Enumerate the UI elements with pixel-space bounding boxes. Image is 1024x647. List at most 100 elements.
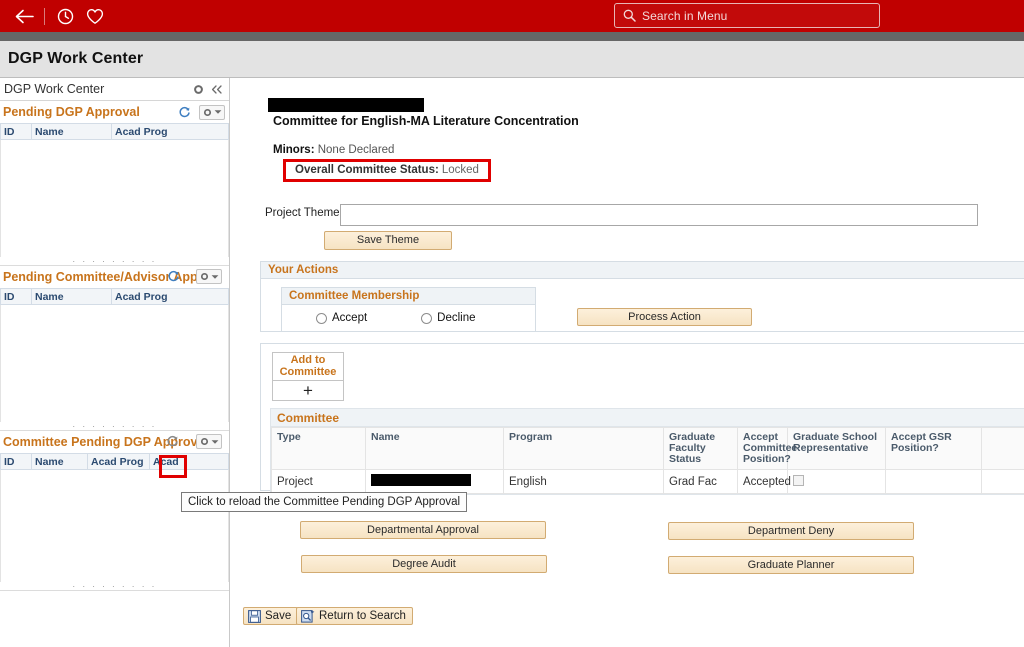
- back-arrow-icon[interactable]: [9, 2, 39, 30]
- return-to-search-button[interactable]: Return to Search: [296, 607, 413, 625]
- degree-audit-button[interactable]: Degree Audit: [301, 555, 547, 573]
- page-title: DGP Work Center: [8, 50, 144, 67]
- column-header-name[interactable]: Name: [31, 453, 88, 470]
- sidebar-table-pending-dgp-approval: ID Name Acad Prog: [0, 123, 229, 140]
- main-content: Committee for English-MA Literature Conc…: [231, 78, 1024, 647]
- column-header-name[interactable]: Name: [31, 288, 112, 305]
- gsr-checkbox[interactable]: [793, 474, 804, 486]
- graduate-planner-button[interactable]: Graduate Planner: [668, 556, 914, 574]
- minors-row: Minors: None Declared: [273, 144, 394, 156]
- project-theme-input[interactable]: [339, 204, 978, 226]
- committee-membership-box: Committee Membership Accept Decline: [281, 287, 536, 332]
- sidebar: DGP Work Center Pending DGP Approval ID …: [0, 78, 230, 647]
- topbar-icon-group: [0, 2, 110, 30]
- decline-radio-label: Decline: [437, 312, 476, 324]
- sidebar-group-title: Pending DGP Approval: [3, 105, 140, 119]
- column-header-graduate-faculty-status[interactable]: Graduate Faculty Status: [663, 427, 738, 470]
- heart-icon[interactable]: [80, 2, 110, 30]
- column-header-graduate-school-representative[interactable]: Graduate School Representative: [787, 427, 886, 470]
- table-header-row: ID Name Acad Prog: [0, 123, 229, 140]
- sidebar-header-title: DGP Work Center: [4, 82, 105, 96]
- cell-graduate-school-representative: [787, 469, 886, 494]
- decline-radio-button[interactable]: [421, 312, 433, 324]
- floppy-disk-icon: [248, 609, 261, 623]
- sidebar-group-title: Pending Committee/Advisor Appr: [3, 270, 203, 284]
- gear-icon[interactable]: [193, 84, 204, 95]
- column-header-name[interactable]: Name: [365, 427, 504, 470]
- search-input-placeholder: Search in Menu: [642, 8, 728, 23]
- committee-membership-title: Committee Membership: [282, 288, 535, 305]
- sidebar-group-pending-committee-advisor-approval[interactable]: Pending Committee/Advisor Appr: [0, 266, 229, 288]
- table-header-row: ID Name Acad Prog: [0, 288, 229, 305]
- column-header-id[interactable]: ID: [0, 288, 32, 305]
- committee-grid-title: Committee: [271, 409, 1024, 427]
- minors-value: None Declared: [317, 144, 395, 156]
- overall-committee-status-label: Overall Committee Status:: [295, 164, 439, 176]
- student-name-redacted: [268, 98, 424, 112]
- plus-icon[interactable]: +: [273, 381, 343, 400]
- add-to-committee-line2: Committee: [279, 365, 337, 378]
- return-to-search-button-label: Return to Search: [319, 609, 406, 622]
- column-header-name[interactable]: Name: [31, 123, 112, 140]
- committee-section-panel: Add to Committee + Committee Type Name P…: [260, 343, 1024, 495]
- committee-member-name-redacted: [371, 474, 471, 486]
- add-to-committee-card[interactable]: Add to Committee +: [272, 352, 344, 401]
- refresh-icon[interactable]: [167, 270, 180, 283]
- cell-actions: [981, 469, 1024, 494]
- sidebar-resize-handle-2[interactable]: · · · · · · · · ·: [0, 421, 229, 431]
- project-theme-label: Project Theme: [265, 207, 340, 219]
- overall-committee-status-value: Locked: [441, 164, 479, 176]
- add-to-committee-line1: Add to: [290, 354, 326, 366]
- column-header-id[interactable]: ID: [0, 453, 32, 470]
- column-header-accept-gsr-position[interactable]: Accept GSR Position?: [885, 427, 982, 470]
- refresh-icon-highlight: [159, 455, 187, 478]
- column-header-program[interactable]: Program: [503, 427, 664, 470]
- sidebar-group-options-button[interactable]: [199, 104, 225, 120]
- column-header-actions[interactable]: [981, 427, 1024, 470]
- sidebar-group-pending-dgp-approval[interactable]: Pending DGP Approval: [0, 101, 229, 123]
- process-action-button[interactable]: Process Action: [577, 308, 752, 326]
- accept-radio-option[interactable]: Accept: [316, 312, 367, 324]
- topbar-divider: [44, 7, 45, 25]
- refresh-icon[interactable]: [178, 106, 191, 119]
- column-header-type[interactable]: Type: [271, 427, 366, 470]
- sidebar-table-committee-pending-dgp-approval: ID Name Acad Prog Acad: [0, 453, 229, 470]
- top-navigation-bar: Search in Menu: [0, 0, 1024, 32]
- column-header-accept-committee-position[interactable]: Accept Committee Position?: [737, 427, 797, 470]
- overall-committee-status-highlight: Overall Committee Status: Locked: [283, 159, 491, 182]
- sidebar-group-options-button[interactable]: [196, 269, 222, 284]
- save-button-label: Save: [265, 609, 292, 622]
- committee-heading: Committee for English-MA Literature Conc…: [273, 114, 579, 128]
- sidebar-resize-handle-1[interactable]: · · · · · · · · ·: [0, 256, 229, 266]
- sidebar-table-body-3: [0, 470, 229, 582]
- sidebar-table-pending-committee-advisor-approval: ID Name Acad Prog: [0, 288, 229, 305]
- table-row: Project English Grad Fac Accepted: [271, 469, 1024, 494]
- header-accent-bar: [0, 32, 1024, 41]
- column-header-acad-prog[interactable]: Acad Prog: [111, 288, 229, 305]
- save-theme-button[interactable]: Save Theme: [324, 231, 452, 250]
- accept-radio-label: Accept: [332, 312, 368, 324]
- collapse-sidebar-icon[interactable]: [210, 84, 223, 95]
- department-deny-button[interactable]: Department Deny: [668, 522, 914, 540]
- return-to-search-icon: [301, 609, 315, 623]
- refresh-icon[interactable]: [166, 435, 179, 448]
- sidebar-resize-handle-3[interactable]: · · · · · · · · ·: [0, 581, 229, 591]
- committee-table-header-row: Type Name Program Graduate Faculty Statu…: [271, 427, 1024, 470]
- project-theme-row: Project Theme: [265, 204, 978, 226]
- save-button[interactable]: Save: [243, 607, 299, 625]
- clock-icon[interactable]: [50, 2, 80, 30]
- column-header-id[interactable]: ID: [0, 123, 32, 140]
- departmental-approval-button[interactable]: Departmental Approval: [300, 521, 546, 539]
- sidebar-group-options-button[interactable]: [196, 434, 222, 449]
- sidebar-table-body-2: [0, 305, 229, 422]
- decline-radio-option[interactable]: Decline: [421, 312, 476, 324]
- cell-name: [365, 469, 504, 494]
- search-in-menu-box[interactable]: Search in Menu: [614, 3, 880, 28]
- add-to-committee-label: Add to Committee: [273, 353, 343, 378]
- column-header-acad-prog[interactable]: Acad Prog: [87, 453, 150, 470]
- column-header-acad-prog[interactable]: Acad Prog: [111, 123, 229, 140]
- minors-label: Minors:: [273, 144, 315, 156]
- membership-radio-row: Accept Decline: [282, 305, 535, 331]
- sidebar-group-committee-pending-dgp-approval[interactable]: Committee Pending DGP Approval: [0, 431, 229, 453]
- accept-radio-button[interactable]: [316, 312, 327, 324]
